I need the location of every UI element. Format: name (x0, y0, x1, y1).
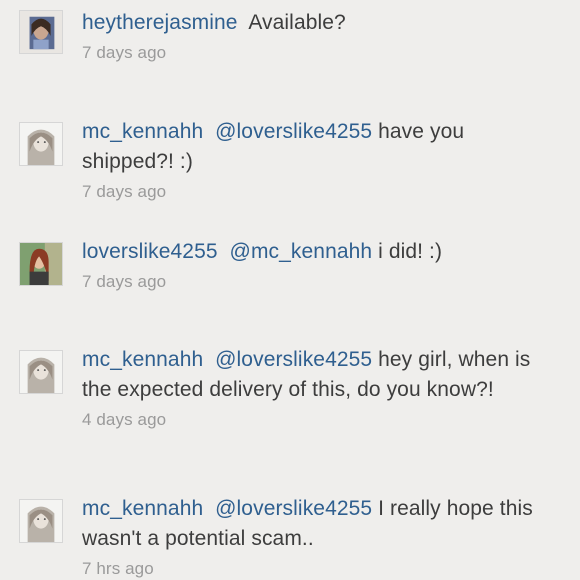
user-avatar[interactable] (19, 122, 63, 166)
user-avatar[interactable] (19, 350, 63, 394)
comment-text: i did! :) (378, 240, 443, 263)
comment-timestamp: 7 days ago (82, 272, 167, 291)
user-avatar[interactable] (19, 242, 63, 286)
comment-body: loverslike4255 @mc_kennahh i did! :) 7 d… (82, 237, 562, 293)
comment-username[interactable]: mc_kennahh (82, 348, 203, 371)
comment-mention[interactable]: @loverslike4255 (215, 348, 372, 371)
comment-timestamp: 7 days ago (82, 43, 167, 62)
comment-mention[interactable]: @loverslike4255 (215, 497, 372, 520)
comment-timestamp: 7 hrs ago (82, 559, 154, 578)
user-avatar[interactable] (19, 10, 63, 54)
comment-username[interactable]: mc_kennahh (82, 120, 203, 143)
comment-username[interactable]: loverslike4255 (82, 240, 218, 263)
comment-timestamp: 4 days ago (82, 410, 167, 429)
comment-body: mc_kennahh @loverslike4255 hey girl, whe… (82, 345, 562, 431)
comment-text: Available? (248, 11, 346, 34)
user-avatar[interactable] (19, 499, 63, 543)
comment-username[interactable]: mc_kennahh (82, 497, 203, 520)
comment-username[interactable]: heytherejasmine (82, 11, 238, 34)
comment-body: mc_kennahh @loverslike4255 have you ship… (82, 117, 562, 203)
comment-body: heytherejasmine Available? 7 days ago (82, 8, 562, 64)
comment-body: mc_kennahh @loverslike4255 I really hope… (82, 494, 562, 580)
comment-mention[interactable]: @loverslike4255 (215, 120, 372, 143)
comment-timestamp: 7 days ago (82, 182, 167, 201)
comment-mention[interactable]: @mc_kennahh (230, 240, 373, 263)
